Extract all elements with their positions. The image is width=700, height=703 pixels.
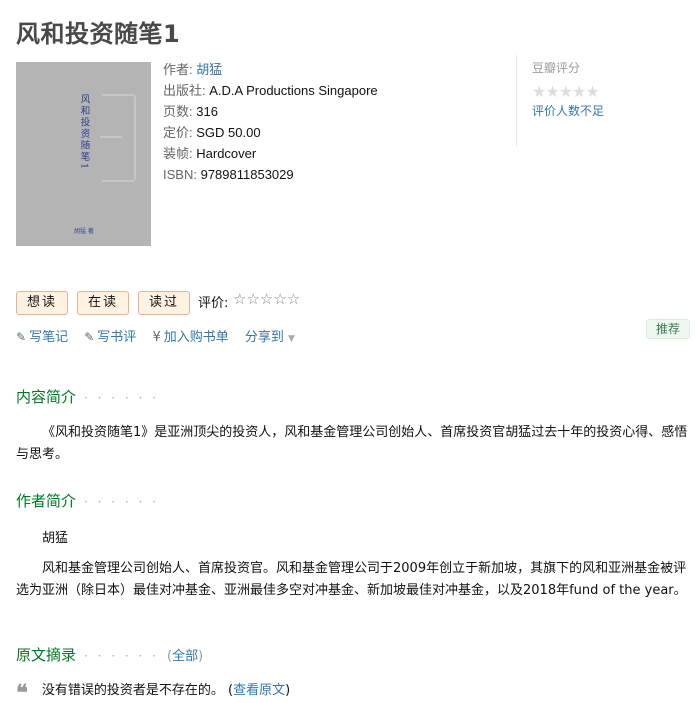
add-to-cart-action[interactable]: ¥ 加入购书单 xyxy=(152,330,228,345)
quote-icon: ❝ xyxy=(16,680,28,703)
pencil-icon: ✎ xyxy=(16,330,27,344)
binding-label: 装帧: xyxy=(163,146,193,161)
author-label: 作者: xyxy=(163,62,193,77)
have-read-button[interactable]: 读过 xyxy=(138,291,191,315)
write-review-label: 写书评 xyxy=(97,330,137,345)
excerpt-heading: 原文摘录 · · · · · · (全部) xyxy=(16,644,203,665)
share-label: 分享到 xyxy=(244,330,284,345)
book-info: 作者: 胡猛 出版社: A.D.A Productions Singapore … xyxy=(163,59,378,185)
intro-heading-text: 内容简介 xyxy=(16,388,77,406)
author-heading: 作者简介 · · · · · · xyxy=(16,490,159,511)
recommend-button[interactable]: 推荐 xyxy=(646,319,690,339)
reading-button[interactable]: 在读 xyxy=(77,291,130,315)
pages-value: 316 xyxy=(196,104,218,119)
paren-close: ) xyxy=(285,683,291,698)
author-bio: 风和基金管理公司创始人、首席投资官。风和基金管理公司于2009年创立于新加坡，其… xyxy=(16,561,687,598)
chevron-down-icon: ▼ xyxy=(288,334,295,344)
view-original-link[interactable]: 查看原文 xyxy=(233,683,285,698)
rating-stars-icon: ★★★★★ xyxy=(532,82,600,101)
not-enough-ratings-link[interactable]: 评价人数不足 xyxy=(532,102,686,119)
all-excerpts: (全部) xyxy=(167,649,203,664)
book-title: 风和投资随笔1 xyxy=(16,20,181,48)
author-link[interactable]: 胡猛 xyxy=(196,62,222,77)
heading-dots: · · · · · · xyxy=(84,391,159,405)
book-cover-image[interactable]: 风和投资随笔1 胡猛 著 xyxy=(16,62,151,246)
want-to-read-button[interactable]: 想读 xyxy=(16,291,69,315)
cover-title-text: 风和投资随笔1 xyxy=(78,94,90,172)
intro-heading: 内容简介 · · · · · · xyxy=(16,386,159,407)
write-note-label: 写笔记 xyxy=(29,330,69,345)
publisher-value: A.D.A Productions Singapore xyxy=(209,83,378,98)
excerpt-quote: ❝ 没有错误的投资者是不存在的。 (查看原文) xyxy=(16,679,290,703)
write-review-action[interactable]: ✎ 写书评 xyxy=(84,330,136,345)
pages-label: 页数: xyxy=(163,104,193,119)
rate-stars-input[interactable]: ☆☆☆☆☆ xyxy=(233,290,300,308)
quote-text: 没有错误的投资者是不存在的。 xyxy=(41,683,224,698)
intro-text: 《风和投资随笔1》是亚洲顶尖的投资人，风和基金管理公司创始人、首席投资官胡猛过去… xyxy=(16,425,688,462)
binding-value: Hardcover xyxy=(196,146,257,161)
paren-close: ) xyxy=(198,649,204,664)
author-heading-text: 作者简介 xyxy=(16,492,77,510)
rate-label: 评价: xyxy=(198,296,229,311)
rating-panel: 豆瓣评分 ★★★★★ 评价人数不足 xyxy=(516,55,686,147)
isbn-value: 9789811853029 xyxy=(200,167,294,182)
heading-dots: · · · · · · xyxy=(84,649,159,663)
pencil-icon: ✎ xyxy=(84,330,95,344)
heading-dots: · · · · · · xyxy=(84,495,159,509)
rating-title: 豆瓣评分 xyxy=(532,61,581,75)
author-name: 胡猛 xyxy=(42,531,69,546)
isbn-label: ISBN: xyxy=(163,167,197,182)
all-excerpts-link[interactable]: 全部 xyxy=(172,649,198,664)
excerpt-heading-text: 原文摘录 xyxy=(16,646,77,664)
add-cart-label: 加入购书单 xyxy=(163,330,229,345)
price-label: 定价: xyxy=(163,125,193,140)
write-note-action[interactable]: ✎ 写笔记 xyxy=(16,330,68,345)
yen-icon: ¥ xyxy=(152,330,161,345)
cover-author-text: 胡猛 著 xyxy=(74,228,94,235)
price-value: SGD 50.00 xyxy=(196,125,261,140)
share-dropdown[interactable]: 分享到 ▼ xyxy=(245,330,295,345)
publisher-label: 出版社: xyxy=(163,83,206,98)
action-bar: ✎ 写笔记 ✎ 写书评 ¥ 加入购书单 分享到 ▼ xyxy=(16,326,307,345)
cover-decoration xyxy=(100,94,136,182)
